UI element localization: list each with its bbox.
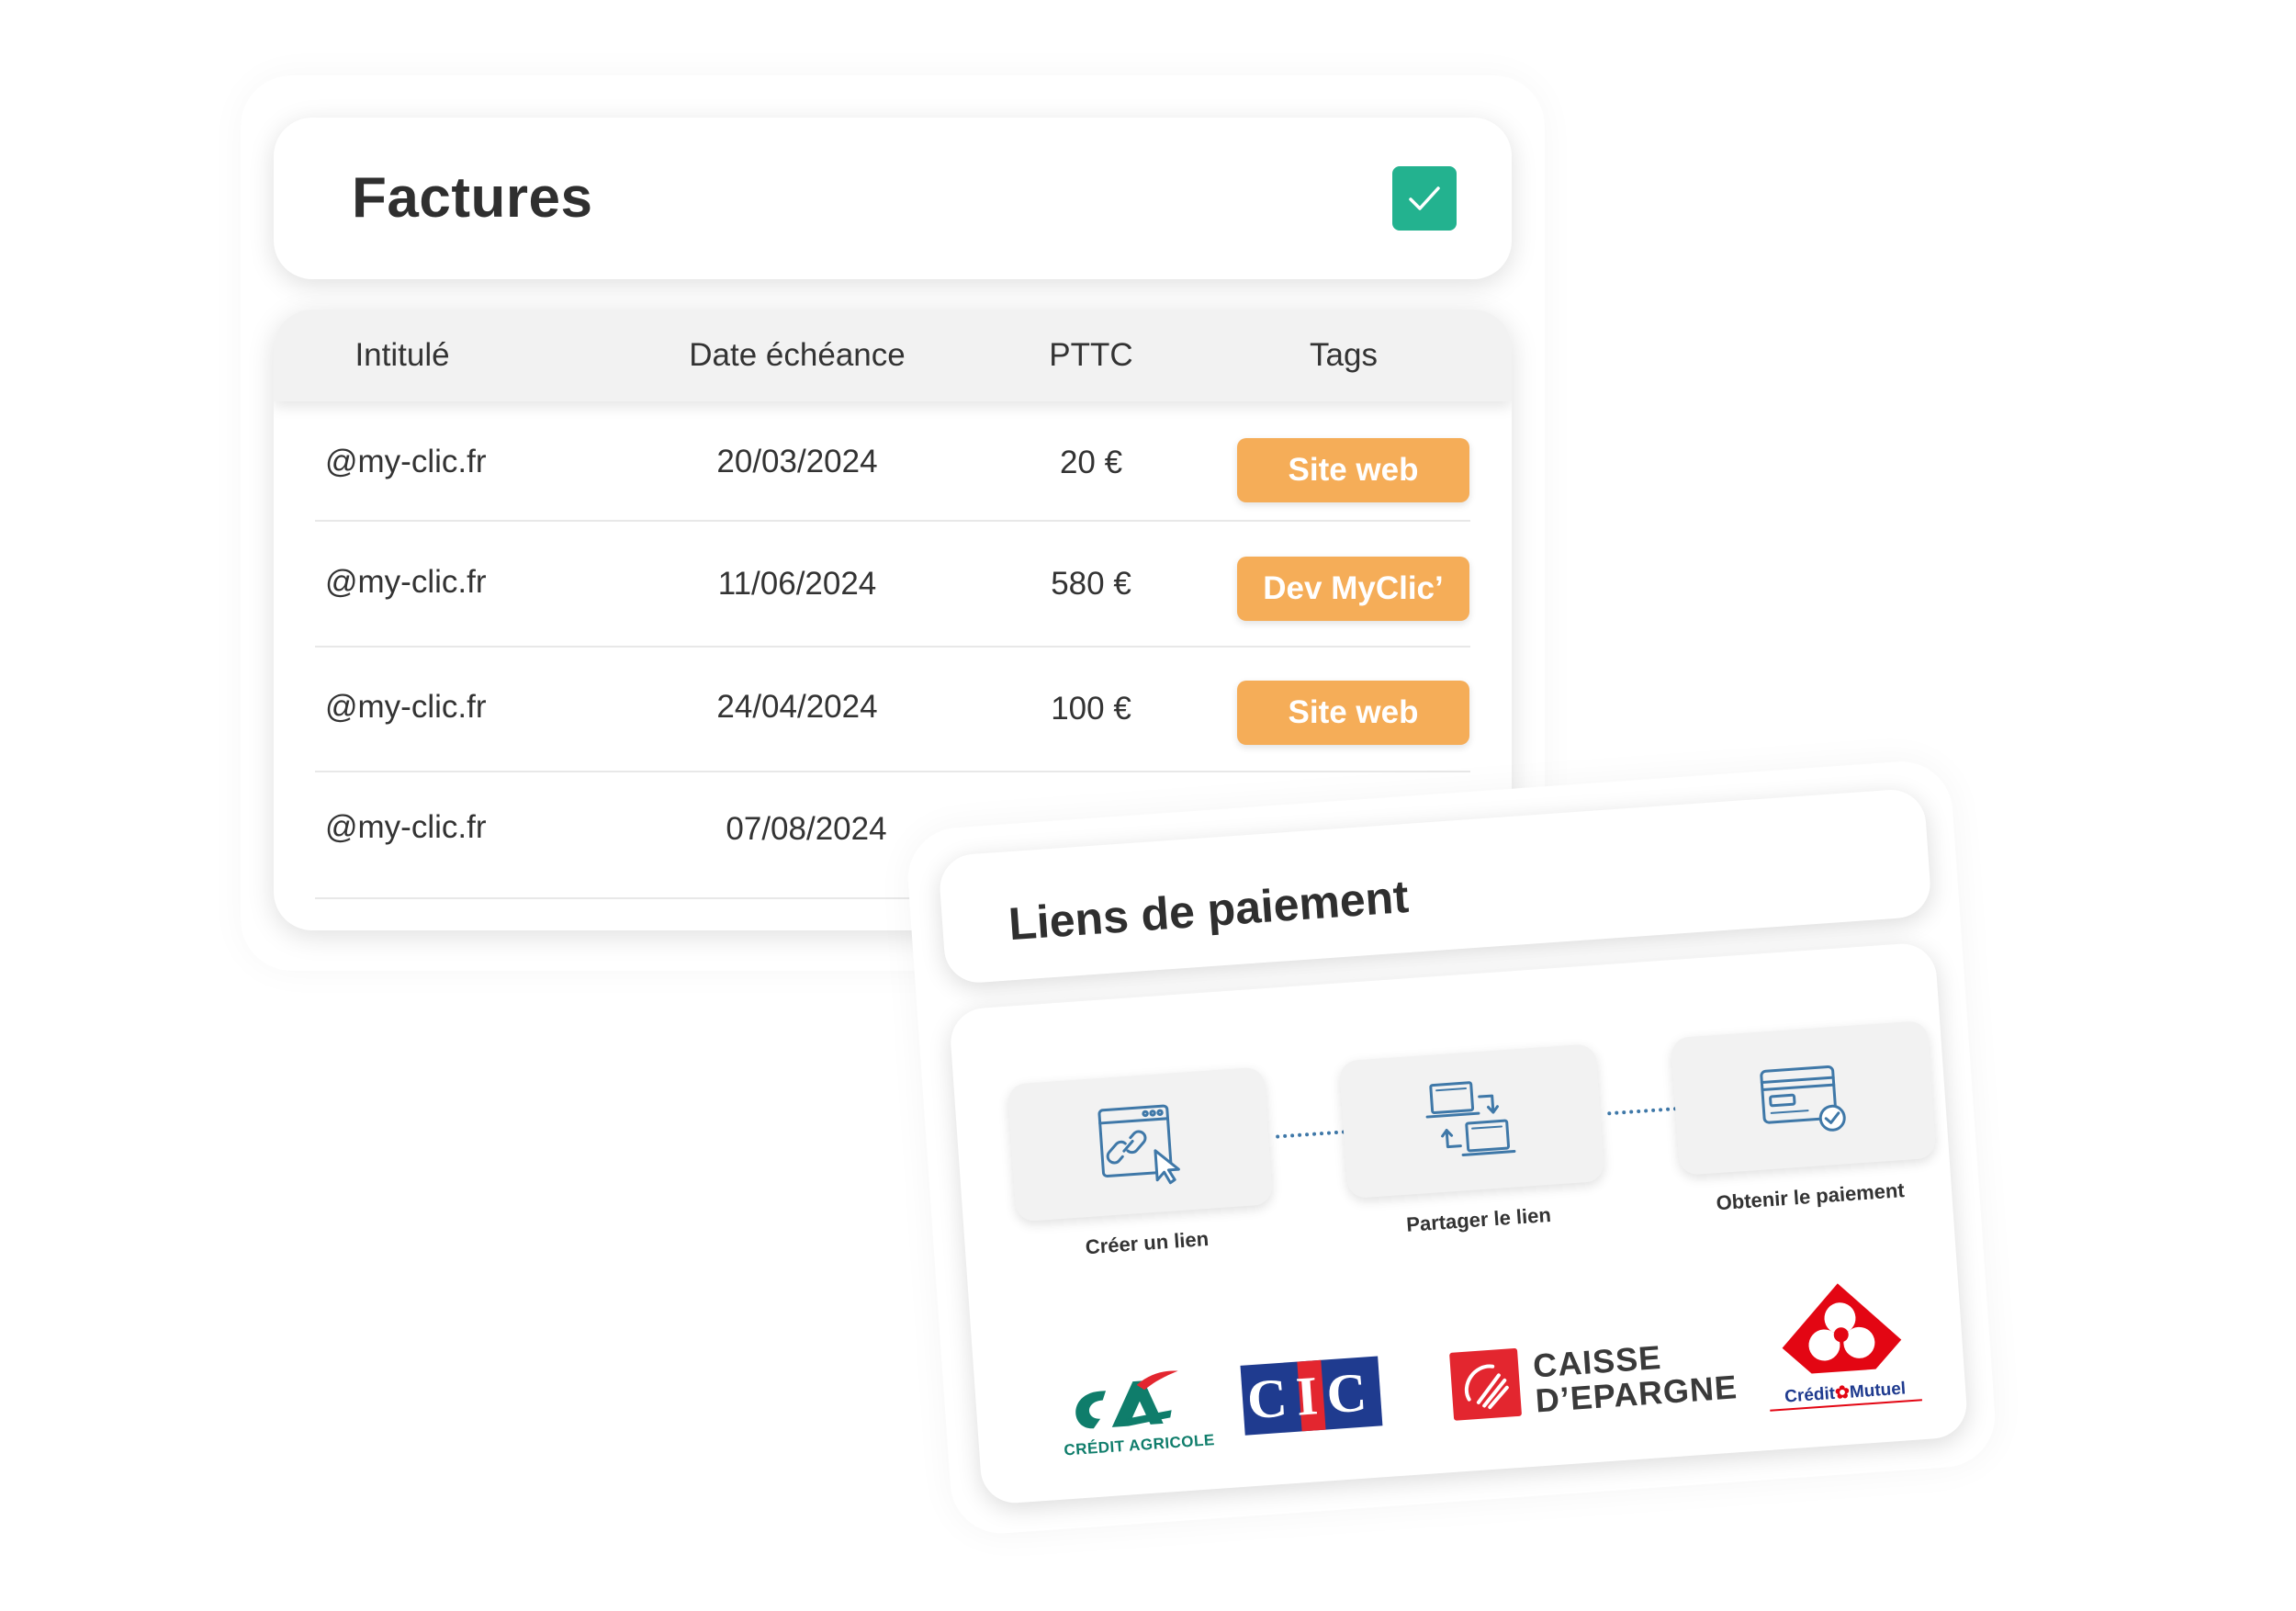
checkmark-icon — [1409, 186, 1440, 210]
step-label-payment: Obtenir le paiement — [1715, 1178, 1906, 1215]
table-header: Intitulé Date échéance PTTC Tags — [274, 310, 1512, 401]
row-date: 20/03/2024 — [716, 444, 878, 479]
table-row[interactable]: @my-clic.fr 20/03/2024 20 € Site web — [274, 401, 1512, 522]
squirrel-icon — [1449, 1347, 1523, 1421]
factures-header-card: Factures — [274, 118, 1512, 279]
row-pttc: 580 € — [1051, 566, 1131, 602]
column-header-date[interactable]: Date échéance — [641, 310, 953, 401]
row-intitule: @my-clic.fr — [325, 809, 487, 845]
row-intitule: @my-clic.fr — [325, 689, 487, 725]
tag-badge[interactable]: Site web — [1237, 681, 1469, 745]
credit-mutuel-logo: Crédit✿Mutuel — [1760, 1274, 1924, 1414]
column-header-pttc[interactable]: PTTC — [1018, 310, 1165, 401]
credit-mutuel-name-part2: Mutuel — [1849, 1379, 1907, 1403]
row-intitule: @my-clic.fr — [325, 444, 487, 479]
liens-body-card: Créer un lien Partager le lien Obtenir l… — [948, 941, 1969, 1505]
credit-card-check-icon — [1760, 1065, 1846, 1132]
credit-agricole-logo: CRÉDIT AGRICOLE — [1047, 1356, 1220, 1472]
row-pttc: 100 € — [1051, 691, 1131, 727]
credit-mutuel-name-part1: Crédit — [1784, 1383, 1836, 1407]
step-get-payment[interactable] — [1670, 1020, 1937, 1177]
table-row[interactable]: @my-clic.fr 24/04/2024 100 € Site web — [274, 648, 1512, 772]
cic-logo: CIC — [1240, 1356, 1383, 1436]
cic-name: CIC — [1244, 1360, 1379, 1431]
link-window-icon — [1097, 1104, 1180, 1185]
liens-paiement-panel: Liens de paiement Créer un lien Partager… — [905, 758, 1998, 1538]
select-all-checkbox[interactable] — [1392, 166, 1457, 231]
step-label-create: Créer un lien — [1084, 1227, 1210, 1259]
step-share-link[interactable] — [1338, 1043, 1605, 1200]
tag-badge[interactable]: Dev MyClic’ — [1237, 557, 1469, 621]
table-row[interactable]: @my-clic.fr 11/06/2024 580 € Dev MyClic’ — [274, 522, 1512, 647]
share-computers-icon — [1425, 1081, 1516, 1156]
row-date: 24/04/2024 — [716, 689, 878, 725]
row-pttc: 20 € — [1059, 445, 1123, 480]
factures-title: Factures — [352, 166, 593, 230]
step-connector — [1276, 1130, 1346, 1139]
step-label-share: Partager le lien — [1405, 1202, 1552, 1236]
step-create-link[interactable] — [1007, 1066, 1274, 1222]
tag-badge[interactable]: Site web — [1237, 438, 1469, 502]
column-header-tags[interactable]: Tags — [1247, 310, 1440, 401]
row-intitule: @my-clic.fr — [325, 564, 487, 600]
row-date: 11/06/2024 — [717, 566, 877, 602]
step-connector — [1607, 1107, 1678, 1116]
column-header-intitule[interactable]: Intitulé — [306, 310, 499, 401]
